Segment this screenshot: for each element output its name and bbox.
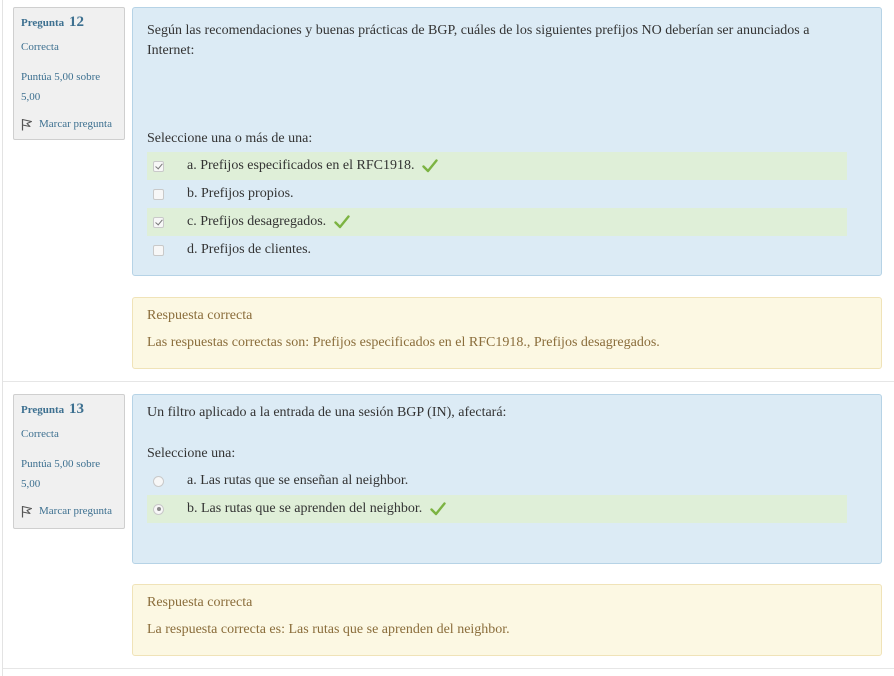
question-number-line: Pregunta 12 bbox=[21, 14, 117, 31]
question-grade: Puntúa 5,00 sobre 5,00 bbox=[21, 71, 101, 103]
question-divider bbox=[3, 668, 894, 669]
answer-option-d[interactable]: d. Prefijos de clientes. bbox=[147, 236, 847, 264]
answer-prompt: Seleccione una o más de una: bbox=[147, 131, 313, 146]
check-mark-icon bbox=[430, 502, 446, 516]
question-grade: Puntúa 5,00 sobre 5,00 bbox=[21, 458, 101, 490]
answer-option-label: b. Las rutas que se aprenden del neighbo… bbox=[187, 501, 423, 516]
answer-option-label: c. Prefijos desagregados. bbox=[187, 214, 327, 229]
question-label: Pregunta bbox=[21, 17, 65, 29]
answer-option-label: d. Prefijos de clientes. bbox=[187, 242, 312, 257]
answer-radio[interactable] bbox=[153, 503, 164, 515]
answer-option-label: a. Prefijos especificados en el RFC1918. bbox=[187, 158, 415, 173]
answer-option-label: b. Prefijos propios. bbox=[187, 186, 294, 201]
question-info-13: Pregunta 13 Correcta Puntúa 5,00 sobre 5… bbox=[13, 394, 125, 529]
flag-question-button[interactable]: Marcar pregunta bbox=[21, 117, 117, 131]
answer-options: a. Las rutas que se enseñan al neighbor.… bbox=[147, 467, 867, 523]
question-text: Según las recomendaciones y buenas práct… bbox=[147, 23, 810, 58]
question-formulation-12: Según las recomendaciones y buenas práct… bbox=[132, 7, 882, 276]
question-info-12: Pregunta 12 Correcta Puntúa 5,00 sobre 5… bbox=[13, 7, 125, 140]
check-mark-icon bbox=[334, 215, 350, 229]
feedback-title: Respuesta correcta bbox=[147, 308, 253, 323]
answer-option-label: a. Las rutas que se enseñan al neighbor. bbox=[187, 473, 409, 488]
answer-option-b[interactable]: b. Prefijos propios. bbox=[147, 180, 847, 208]
check-mark-icon bbox=[422, 159, 439, 173]
flag-question-label: Marcar pregunta bbox=[39, 118, 112, 130]
answer-checkbox[interactable] bbox=[153, 188, 164, 200]
answer-checkbox[interactable] bbox=[153, 216, 164, 228]
question-divider bbox=[3, 381, 894, 382]
question-label: Pregunta bbox=[21, 404, 65, 416]
answer-prompt: Seleccione una: bbox=[147, 446, 236, 461]
feedback-title: Respuesta correcta bbox=[147, 595, 253, 610]
flag-question-button[interactable]: Marcar pregunta bbox=[21, 504, 117, 518]
question-state: Correcta bbox=[21, 428, 59, 440]
answer-option-c[interactable]: c. Prefijos desagregados. bbox=[147, 208, 847, 236]
flag-icon bbox=[21, 118, 32, 130]
answer-option-b[interactable]: b. Las rutas que se aprenden del neighbo… bbox=[147, 495, 847, 523]
answer-option-a[interactable]: a. Las rutas que se enseñan al neighbor. bbox=[147, 467, 847, 495]
page-left-border bbox=[2, 0, 3, 676]
question-state: Correcta bbox=[21, 41, 59, 53]
answer-checkbox[interactable] bbox=[153, 160, 164, 172]
answer-radio[interactable] bbox=[153, 475, 164, 487]
feedback-text: La respuesta correcta es: Las rutas que … bbox=[147, 622, 510, 637]
question-feedback-12: Respuesta correcta Las respuestas correc… bbox=[132, 297, 882, 369]
flag-question-label: Marcar pregunta bbox=[39, 505, 112, 517]
feedback-text: Las respuestas correctas son: Prefijos e… bbox=[147, 335, 660, 350]
question-number: 13 bbox=[68, 401, 84, 417]
quiz-review-page: Pregunta 12 Correcta Puntúa 5,00 sobre 5… bbox=[0, 0, 894, 676]
answer-option-a[interactable]: a. Prefijos especificados en el RFC1918. bbox=[147, 152, 847, 180]
question-feedback-13: Respuesta correcta La respuesta correcta… bbox=[132, 584, 882, 656]
answer-options: a. Prefijos especificados en el RFC1918.… bbox=[147, 152, 867, 264]
question-number-line: Pregunta 13 bbox=[21, 401, 117, 418]
flag-icon bbox=[21, 505, 32, 517]
question-number: 12 bbox=[68, 14, 84, 30]
answer-checkbox[interactable] bbox=[153, 244, 164, 256]
question-formulation-13: Un filtro aplicado a la entrada de una s… bbox=[132, 394, 882, 564]
question-text: Un filtro aplicado a la entrada de una s… bbox=[147, 405, 507, 420]
